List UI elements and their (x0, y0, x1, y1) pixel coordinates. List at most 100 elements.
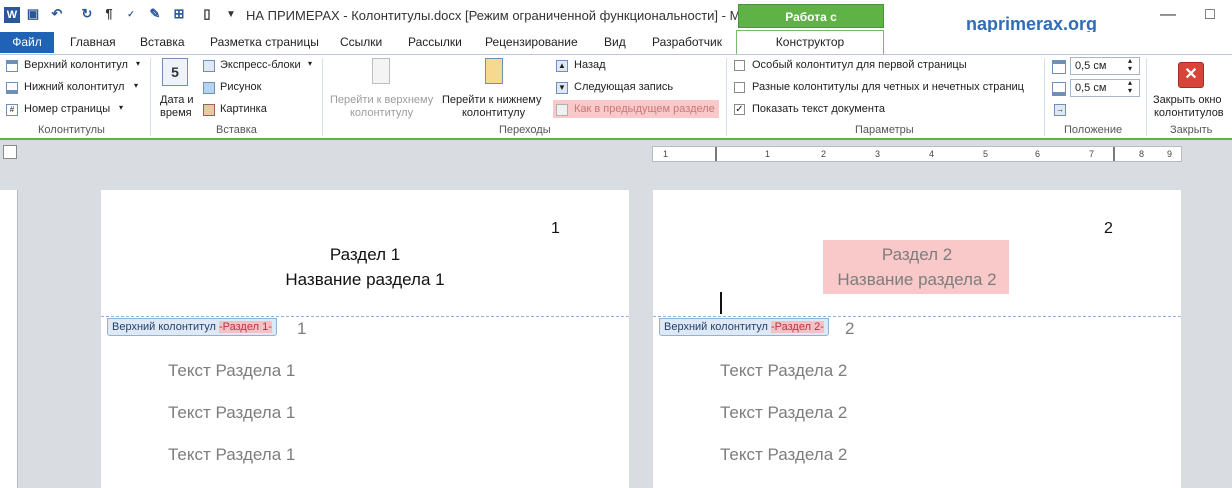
tab-selector[interactable] (3, 145, 17, 159)
tab-references[interactable]: Ссылки (340, 35, 382, 49)
ruler-mark: 9 (1167, 149, 1173, 159)
insert-alignment-tab-icon[interactable]: → (1054, 104, 1066, 116)
clipart-icon (203, 104, 215, 116)
goto-footer-label-2[interactable]: колонтитулу (462, 107, 525, 119)
context-tab-header-footer-tools: Работа с колонтитулами (738, 4, 884, 48)
header-section-title: Раздел 2 (881, 245, 953, 264)
picture-button[interactable]: Рисунок (220, 81, 262, 93)
chevron-down-icon: ▾ (134, 81, 139, 90)
header-boundary (653, 316, 1181, 317)
ruler-mark: 8 (1139, 149, 1145, 159)
odd-even-checkbox[interactable] (734, 82, 745, 93)
group-divider (1044, 58, 1045, 136)
spinner-arrows-icon[interactable]: ▴ ▾ (1128, 79, 1132, 95)
vertical-ruler[interactable] (0, 190, 18, 488)
first-page-label: Особый колонтитул для первой страницы (752, 59, 967, 71)
tab-review[interactable]: Рецензирование (485, 35, 578, 49)
next-icon: ▼ (556, 82, 568, 94)
body-text-line: Текст Раздела 2 (720, 361, 848, 380)
previous-icon: ▲ (556, 60, 568, 72)
header-boundary (101, 316, 629, 317)
body-text-line: Текст Раздела 1 (168, 361, 296, 380)
chevron-down-icon: ▾ (136, 59, 141, 68)
ruler-mark: 5 (983, 149, 989, 159)
page-number-icon: # (6, 104, 18, 116)
indent-marker[interactable] (715, 147, 717, 161)
document-page-2[interactable]: 2 Раздел 2 Название раздела 2 2 Верхний … (653, 190, 1181, 488)
show-text-label: Показать текст документа (752, 103, 886, 115)
clipart-button[interactable]: Картинка (220, 103, 267, 115)
ribbon-tabs: Файл Главная Вставка Разметка страницы С… (0, 30, 1232, 56)
group-label-close: Закрыть (1170, 124, 1213, 136)
header-tag-section: -Раздел 1- (219, 321, 272, 333)
header-position-value: 0,5 см (1075, 60, 1107, 72)
close-label-1[interactable]: Закрыть окно (1153, 94, 1222, 106)
previous-button[interactable]: Назад (574, 59, 606, 71)
page-number-button[interactable]: Номер страницы (24, 103, 110, 115)
format-icon[interactable]: ✎ (146, 6, 164, 22)
tab-insert[interactable]: Вставка (140, 35, 185, 49)
ruler-mark: 1 (663, 149, 669, 159)
tab-developer[interactable]: Разработчик (652, 35, 722, 49)
tab-design[interactable]: Конструктор (736, 30, 884, 56)
redo-icon[interactable]: ↻ (78, 6, 96, 22)
group-divider (150, 58, 151, 136)
pilcrow-icon[interactable]: ¶ (100, 6, 118, 21)
link-previous-button[interactable]: Как в предыдущем разделе (574, 103, 715, 115)
footer-button[interactable]: Нижний колонтитул (24, 81, 124, 93)
chevron-down-icon: ▾ (308, 59, 313, 68)
header-tag-section: -Раздел 2- (771, 321, 824, 333)
goto-footer-icon (485, 58, 503, 84)
close-label-2[interactable]: колонтитулов (1154, 107, 1224, 119)
minimize-icon[interactable]: — (1160, 6, 1176, 24)
save-icon[interactable]: ▣ (24, 6, 42, 22)
title-bar: W ▣ ↶ ↻ ¶ ✓ ✎ ⊞ ▯ ▼ НА ПРИМЕРАХ - Колонт… (0, 0, 1232, 48)
header-position-icon (1052, 60, 1066, 74)
spinner-arrows-icon[interactable]: ▴ ▾ (1128, 57, 1132, 73)
text-cursor (720, 292, 722, 314)
table-icon[interactable]: ⊞ (170, 6, 188, 22)
ruler-mark: 4 (929, 149, 935, 159)
tab-file[interactable]: Файл (0, 32, 54, 53)
close-header-footer-icon[interactable]: ✕ (1178, 62, 1204, 88)
word-app-icon[interactable]: W (4, 7, 20, 23)
date-time-label-2[interactable]: время (160, 107, 192, 119)
undo-icon[interactable]: ↶ (48, 6, 66, 22)
goto-header-label-2[interactable]: колонтитулу (350, 107, 413, 119)
header-section-title: Раздел 1 (329, 245, 401, 264)
header-section-name: Название раздела 1 (285, 270, 445, 289)
group-divider (322, 58, 323, 136)
tab-mailings[interactable]: Рассылки (408, 35, 462, 49)
next-button[interactable]: Следующая запись (574, 81, 673, 93)
group-label-headers-footers: Колонтитулы (38, 124, 105, 136)
ruler-mark: 2 (821, 149, 827, 159)
spelling-icon[interactable]: ✓ (122, 9, 140, 20)
footer-icon (6, 82, 18, 94)
body-text-line: Текст Раздела 2 (720, 445, 848, 464)
ruler-mark: 1 (765, 149, 771, 159)
odd-even-label: Разные колонтитулы для четных и нечетных… (752, 81, 1024, 93)
date-time-label-1[interactable]: Дата и (160, 94, 194, 106)
document-page-1[interactable]: 1 Раздел 1 Название раздела 1 1 Верхний … (101, 190, 629, 488)
page-number: 1 (551, 220, 560, 237)
tab-home[interactable]: Главная (70, 35, 116, 49)
group-label-options: Параметры (855, 124, 914, 136)
first-page-checkbox[interactable] (734, 60, 745, 71)
goto-footer-label-1[interactable]: Перейти к нижнему (442, 94, 541, 106)
tab-page-layout[interactable]: Разметка страницы (210, 35, 319, 49)
horizontal-ruler[interactable]: 1 1 2 3 4 5 6 7 8 9 (652, 146, 1182, 162)
goto-header-label-1[interactable]: Перейти к верхнему (330, 94, 433, 106)
tab-view[interactable]: Вид (604, 35, 626, 49)
customize-toolbar-icon[interactable]: ▼ (222, 9, 240, 20)
obscured-body-text: 2 (845, 319, 855, 338)
right-indent-marker[interactable] (1113, 147, 1115, 161)
footer-position-value: 0,5 см (1075, 82, 1107, 94)
header-button[interactable]: Верхний колонтитул (24, 59, 128, 71)
header-tag: Верхний колонтитул -Раздел 2- (659, 318, 829, 336)
show-text-checkbox[interactable]: ✓ (734, 104, 745, 115)
new-doc-icon[interactable]: ▯ (198, 6, 216, 22)
quick-parts-button[interactable]: Экспресс-блоки (220, 59, 301, 71)
group-label-navigation: Переходы (499, 124, 551, 136)
maximize-icon[interactable]: □ (1202, 6, 1218, 24)
ruler-mark: 7 (1089, 149, 1095, 159)
